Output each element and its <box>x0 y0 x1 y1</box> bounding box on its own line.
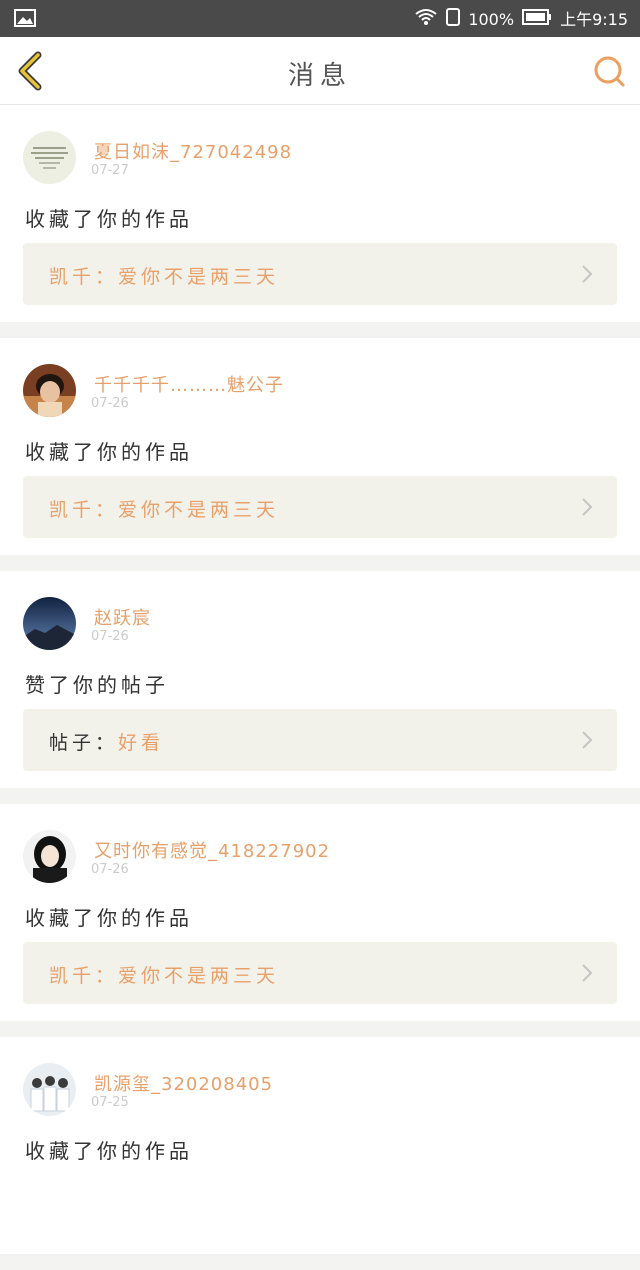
chevron-right-icon <box>581 497 593 517</box>
work-link[interactable]: 凯千：爱你不是两三天 <box>23 476 617 538</box>
work-link[interactable]: 帖子：好看 <box>23 709 617 771</box>
message-list: 夏日如沫_727042498 07-27 收藏了你的作品 凯千：爱你不是两三天 … <box>0 105 640 1270</box>
message-date: 07-26 <box>91 629 129 644</box>
message-date: 07-27 <box>91 163 129 178</box>
action-text: 收藏了你的作品 <box>25 440 193 464</box>
username[interactable]: 凯源玺_320208405 <box>94 1070 273 1096</box>
work-title: 爱你不是两三天 <box>118 499 280 521</box>
username[interactable]: 夏日如沫_727042498 <box>94 138 292 164</box>
message-card: 赵跃宸 07-26 赞了你的帖子 帖子：好看 <box>0 571 640 788</box>
action-text: 赞了你的帖子 <box>25 673 169 697</box>
search-icon[interactable] <box>592 54 626 88</box>
gallery-notification-icon <box>14 9 36 31</box>
message-card: 凯源玺_320208405 07-25 收藏了你的作品 <box>0 1037 640 1254</box>
username[interactable]: 又时你有感觉_418227902 <box>94 837 330 863</box>
work-title: 好看 <box>118 732 165 754</box>
status-bar: 100% 上午9:15 <box>0 0 640 37</box>
nav-bar: 消息 <box>0 37 640 105</box>
avatar[interactable] <box>23 1063 76 1116</box>
message-card: 千千千千………魅公子 07-26 收藏了你的作品 凯千：爱你不是两三天 <box>0 338 640 555</box>
message-date: 07-26 <box>91 396 129 411</box>
avatar[interactable] <box>23 830 76 883</box>
wifi-icon <box>414 8 438 31</box>
action-text: 收藏了你的作品 <box>25 1139 193 1163</box>
work-prefix: 凯千： <box>49 499 119 521</box>
battery-icon <box>522 9 552 30</box>
action-text: 收藏了你的作品 <box>25 207 193 231</box>
message-date: 07-25 <box>91 1095 129 1110</box>
work-title: 爱你不是两三天 <box>118 965 280 987</box>
clock: 上午9:15 <box>560 9 628 29</box>
work-prefix: 凯千： <box>49 266 119 288</box>
message-card: 又时你有感觉_418227902 07-26 收藏了你的作品 凯千：爱你不是两三… <box>0 804 640 1021</box>
avatar[interactable] <box>23 364 76 417</box>
battery-percent: 100% <box>468 9 515 29</box>
page-title: 消息 <box>287 61 352 91</box>
work-title: 爱你不是两三天 <box>118 266 280 288</box>
avatar[interactable] <box>23 131 76 184</box>
chevron-right-icon <box>581 730 593 750</box>
message-card: 夏日如沫_727042498 07-27 收藏了你的作品 凯千：爱你不是两三天 <box>0 105 640 322</box>
chevron-right-icon <box>581 264 593 284</box>
work-link[interactable]: 凯千：爱你不是两三天 <box>23 243 617 305</box>
work-prefix: 凯千： <box>49 965 119 987</box>
work-prefix: 帖子： <box>49 732 119 754</box>
work-link[interactable]: 凯千：爱你不是两三天 <box>23 942 617 1004</box>
message-date: 07-26 <box>91 862 129 877</box>
avatar[interactable] <box>23 597 76 650</box>
sim-icon <box>446 8 461 31</box>
username[interactable]: 千千千千………魅公子 <box>94 371 284 397</box>
username[interactable]: 赵跃宸 <box>94 604 151 630</box>
action-text: 收藏了你的作品 <box>25 906 193 930</box>
chevron-right-icon <box>581 963 593 983</box>
